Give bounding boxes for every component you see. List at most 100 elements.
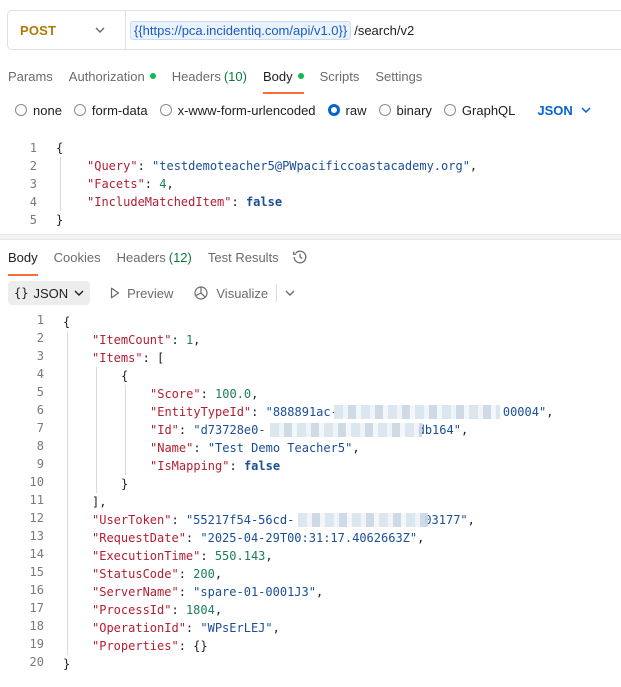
json-string: db164"	[417, 423, 461, 437]
visualize-icon	[194, 286, 208, 300]
history-icon[interactable]	[291, 248, 309, 266]
code-line: "ProcessId": 1804,	[92, 603, 223, 617]
chevron-down-icon[interactable]	[90, 20, 110, 40]
radio-binary[interactable]: binary	[378, 102, 432, 118]
json-key: "RequestDate"	[92, 531, 186, 545]
line-number: 19	[29, 637, 44, 651]
url-input[interactable]: {{https://pca.incidentiq.com/api/v1.0}} …	[130, 20, 415, 40]
json-string: "d73728e0-	[193, 423, 266, 437]
chevron-down-icon[interactable]	[285, 290, 295, 296]
status-dot	[149, 73, 156, 79]
json-boolean: false	[243, 459, 281, 473]
tab-settings[interactable]: Settings	[367, 62, 430, 90]
json-string: "spare-01-0001J3"	[193, 585, 316, 599]
tab-label: Test Results	[207, 249, 279, 265]
tab-body[interactable]: Body	[255, 62, 312, 94]
body-format-select[interactable]: JSON	[537, 102, 591, 118]
radio-graphql[interactable]: GraphQL	[443, 103, 515, 118]
indent-guide	[96, 367, 97, 493]
line-number: 7	[36, 421, 44, 435]
indent-guide	[67, 331, 68, 655]
line-number: 2	[29, 159, 37, 173]
url-path: /search/v2	[354, 22, 415, 38]
json-object: {}	[193, 639, 208, 653]
json-key: "UserToken"	[92, 513, 172, 527]
tab-test-results[interactable]: Test Results	[200, 243, 287, 271]
code-line: }	[56, 211, 63, 229]
tab-headers[interactable]: Headers (10)	[164, 62, 255, 90]
code-line: "IncludeMatchedItem": false	[87, 195, 283, 209]
preview-button[interactable]: Preview	[110, 286, 173, 301]
radio-label: none	[33, 102, 62, 118]
code-line: "IsMapping": false	[150, 459, 281, 473]
line-number: 5	[36, 385, 44, 399]
tab-label: Body	[8, 249, 38, 265]
visualize-button[interactable]: Visualize	[193, 285, 268, 301]
radio-circle[interactable]	[15, 104, 27, 116]
tab-cookies[interactable]: Cookies	[46, 243, 109, 271]
tab-params[interactable]: Params	[0, 62, 61, 90]
json-key: "Facets"	[87, 177, 145, 191]
line-number: 12	[29, 511, 44, 525]
line-number: 13	[29, 529, 44, 543]
json-key: "IsMapping"	[150, 459, 230, 473]
status-dot	[297, 73, 304, 79]
response-format-select[interactable]: {} JSON	[8, 281, 91, 305]
radio-none[interactable]: none	[15, 103, 62, 118]
tab-label: Body	[262, 68, 293, 84]
json-number: 100.0	[215, 387, 252, 401]
redacted-region	[298, 513, 428, 527]
play-icon	[111, 287, 120, 299]
pane-divider[interactable]	[0, 234, 621, 240]
line-number: 4	[29, 195, 37, 209]
json-key: "Id"	[150, 423, 179, 437]
json-key: "Score"	[150, 387, 201, 401]
radio-circle[interactable]	[378, 104, 391, 116]
code-line: "ItemCount": 1,	[92, 333, 201, 347]
line-number: 4	[36, 367, 44, 381]
code-line: "StatusCode": 200,	[92, 567, 223, 581]
radio-label: binary	[396, 102, 432, 118]
json-key: "ExecutionTime"	[92, 549, 201, 563]
code-line: "OperationId": "WPsErLEJ",	[92, 621, 280, 635]
line-number: 9	[36, 457, 44, 471]
toolbar-divider	[276, 284, 278, 302]
code-line: "Name": "Test Demo Teacher5",	[150, 441, 360, 455]
body-format-label: JSON	[537, 102, 573, 118]
tab-label: Scripts	[319, 68, 360, 84]
radio-urlencoded[interactable]: x-www-form-urlencoded	[159, 103, 316, 118]
url-bar: POST {{https://pca.incidentiq.com/api/v1…	[7, 10, 621, 50]
line-number: 1	[36, 313, 44, 327]
code-line: "Facets": 4,	[87, 177, 174, 191]
tab-response-headers[interactable]: Headers (12)	[109, 243, 200, 271]
code-line: {	[121, 369, 129, 383]
indent-guide	[60, 157, 61, 211]
code-line: "Score": 100.0,	[150, 387, 259, 401]
method-select[interactable]: POST	[20, 23, 76, 38]
tab-label: Authorization	[68, 68, 145, 84]
body-type-options: none form-data x-www-form-urlencoded raw…	[15, 100, 591, 120]
line-number: 5	[29, 213, 37, 227]
json-string: "WPsErLEJ"	[200, 621, 273, 635]
open-brace: {	[56, 141, 64, 155]
radio-circle-checked[interactable]	[327, 104, 340, 116]
radio-circle[interactable]	[159, 104, 172, 116]
json-number: 200	[193, 567, 215, 581]
tab-scripts[interactable]: Scripts	[312, 62, 368, 90]
tab-response-body[interactable]: Body	[0, 243, 46, 276]
radio-form-data[interactable]: form-data	[73, 103, 148, 118]
radio-circle[interactable]	[73, 104, 86, 116]
line-number: 20	[29, 655, 44, 669]
json-string: "Test Demo Teacher5"	[207, 441, 353, 455]
json-key: "Items"	[92, 351, 143, 365]
json-string: 00004"	[502, 405, 547, 419]
radio-raw[interactable]: raw	[327, 103, 367, 118]
url-variable[interactable]: {{https://pca.incidentiq.com/api/v1.0}}	[130, 20, 352, 40]
radio-circle[interactable]	[443, 104, 456, 116]
json-number: 1804	[185, 603, 215, 617]
preview-label: Preview	[127, 285, 174, 301]
tab-authorization[interactable]: Authorization	[61, 62, 164, 90]
line-number: 15	[29, 565, 44, 579]
line-number: 16	[29, 583, 44, 597]
json-key: "ServerName"	[92, 585, 179, 599]
